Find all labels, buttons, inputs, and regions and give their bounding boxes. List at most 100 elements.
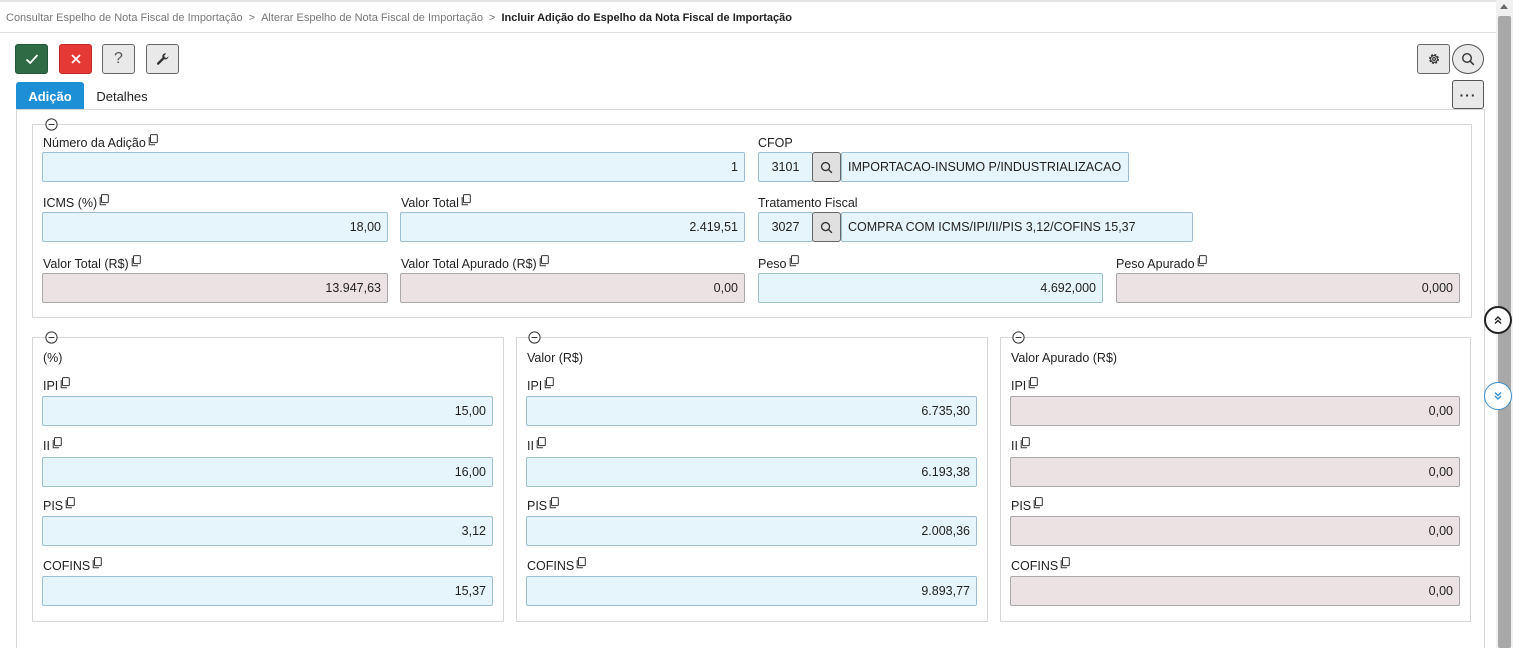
- breadcrumb-item-alterar[interactable]: Alterar Espelho de Nota Fiscal de Import…: [261, 12, 483, 24]
- breadcrumb-separator: >: [489, 12, 496, 24]
- search-button[interactable]: [1452, 44, 1484, 74]
- copy-icon[interactable]: [535, 437, 546, 449]
- copy-icon[interactable]: [59, 377, 71, 389]
- valor-total-field[interactable]: 2.419,51: [400, 212, 745, 242]
- peso-apurado-field: 0,000: [1116, 273, 1460, 303]
- top-border: [0, 0, 1496, 2]
- confirm-button[interactable]: [15, 44, 48, 74]
- cofins-valor-field[interactable]: 9.893,77: [526, 576, 977, 606]
- double-chevron-down-icon: [1494, 392, 1502, 400]
- copy-icon[interactable]: [548, 497, 559, 509]
- copy-icon[interactable]: [130, 255, 141, 267]
- close-icon: [70, 54, 81, 64]
- copy-icon[interactable]: [1027, 377, 1039, 389]
- breadcrumb: Consultar Espelho de Nota Fiscal de Impo…: [6, 12, 792, 24]
- percent-group-title: (%): [43, 351, 63, 365]
- copy-icon[interactable]: [538, 255, 549, 267]
- valor-total-label: Valor Total: [401, 194, 471, 210]
- copy-icon[interactable]: [147, 134, 158, 146]
- tab-adicao[interactable]: Adição: [16, 82, 84, 110]
- ii-apurado-label: II: [1011, 437, 1030, 453]
- tratamento-fiscal-code-field[interactable]: 3027: [758, 212, 813, 242]
- copy-icon[interactable]: [98, 194, 109, 206]
- double-chevron-up-icon: [1494, 316, 1502, 324]
- ipi-percent-label: IPI: [43, 377, 71, 393]
- valor-group-title: Valor (R$): [527, 351, 584, 365]
- collapse-icon[interactable]: [45, 331, 58, 344]
- copy-icon[interactable]: [1032, 497, 1043, 509]
- pis-valor-field[interactable]: 2.008,36: [526, 516, 977, 546]
- numero-adicao-label: Número da Adição: [43, 134, 158, 150]
- peso-label: Peso: [758, 255, 799, 271]
- cfop-code-field[interactable]: 3101: [758, 152, 813, 182]
- cfop-lookup-button[interactable]: [812, 152, 841, 182]
- tools-button[interactable]: [146, 44, 179, 74]
- wrench-icon: [156, 53, 168, 65]
- scroll-up-arrow-icon[interactable]: [1500, 4, 1508, 9]
- collapse-icon[interactable]: [45, 118, 58, 131]
- search-icon: [820, 221, 833, 233]
- help-button[interactable]: ?: [102, 44, 135, 74]
- valor-total-apurado-field: 0,00: [400, 273, 745, 303]
- ipi-apurado-field: 0,00: [1010, 396, 1460, 426]
- icms-field[interactable]: 18,00: [42, 212, 388, 242]
- collapse-icon[interactable]: [1012, 331, 1025, 344]
- tratamento-fiscal-description-field[interactable]: COMPRA COM ICMS/IPI/II/PIS 3,12/COFINS 1…: [841, 212, 1193, 242]
- valor-total-rs-label: Valor Total (R$): [43, 255, 141, 271]
- copy-icon[interactable]: [575, 557, 587, 569]
- ii-valor-field[interactable]: 6.193,38: [526, 457, 977, 487]
- ipi-apurado-label: IPI: [1011, 377, 1039, 393]
- cofins-apurado-field: 0,00: [1010, 576, 1460, 606]
- search-icon: [1461, 52, 1475, 66]
- cofins-percent-field[interactable]: 15,37: [42, 576, 493, 606]
- ipi-valor-field[interactable]: 6.735,30: [526, 396, 977, 426]
- cfop-label: CFOP: [758, 136, 793, 150]
- help-label: ?: [114, 50, 123, 67]
- gear-icon: [1428, 53, 1439, 65]
- cfop-description-field[interactable]: IMPORTACAO-INSUMO P/INDUSTRIALIZACAO: [841, 152, 1129, 182]
- ii-percent-label: II: [43, 437, 62, 453]
- copy-icon[interactable]: [64, 497, 75, 509]
- more-options-button[interactable]: ···: [1452, 80, 1484, 109]
- ipi-valor-label: IPI: [527, 377, 555, 393]
- copy-icon[interactable]: [543, 377, 555, 389]
- pis-percent-field[interactable]: 3,12: [42, 516, 493, 546]
- copy-icon[interactable]: [51, 437, 62, 449]
- tratamento-fiscal-label: Tratamento Fiscal: [758, 196, 858, 210]
- breadcrumb-separator: >: [248, 12, 256, 24]
- icms-label: ICMS (%): [43, 194, 109, 210]
- scroll-to-top-button[interactable]: [1484, 306, 1512, 334]
- peso-apurado-label: Peso Apurado: [1116, 255, 1207, 271]
- numero-adicao-field[interactable]: 1: [42, 152, 745, 182]
- check-icon: [25, 54, 38, 65]
- valor-total-apurado-label: Valor Total Apurado (R$): [401, 255, 549, 271]
- ipi-percent-field[interactable]: 15,00: [42, 396, 493, 426]
- peso-field[interactable]: 4.692,000: [758, 273, 1103, 303]
- copy-icon[interactable]: [1196, 255, 1207, 267]
- cofins-apurado-label: COFINS: [1011, 557, 1071, 573]
- ii-apurado-field: 0,00: [1010, 457, 1460, 487]
- copy-icon[interactable]: [460, 194, 471, 206]
- cofins-valor-label: COFINS: [527, 557, 587, 573]
- breadcrumb-item-consultar[interactable]: Consultar Espelho de Nota Fiscal de Impo…: [6, 12, 243, 24]
- settings-button[interactable]: [1417, 44, 1450, 74]
- header-divider: [0, 32, 1496, 33]
- tratamento-fiscal-lookup-button[interactable]: [812, 212, 841, 242]
- ii-valor-label: II: [527, 437, 546, 453]
- cancel-button[interactable]: [59, 44, 92, 74]
- valor-total-rs-field: 13.947,63: [42, 273, 388, 303]
- copy-icon[interactable]: [1059, 557, 1071, 569]
- tab-detalhes[interactable]: Detalhes: [86, 82, 158, 110]
- copy-icon[interactable]: [91, 557, 103, 569]
- apurado-group-title: Valor Apurado (R$): [1011, 351, 1118, 365]
- copy-icon[interactable]: [788, 255, 799, 267]
- pis-percent-label: PIS: [43, 497, 75, 513]
- scroll-to-bottom-button[interactable]: [1484, 382, 1512, 410]
- collapse-icon[interactable]: [528, 331, 541, 344]
- pis-valor-label: PIS: [527, 497, 559, 513]
- more-label: ···: [1459, 86, 1477, 103]
- pis-apurado-label: PIS: [1011, 497, 1043, 513]
- search-icon: [820, 161, 833, 173]
- ii-percent-field[interactable]: 16,00: [42, 457, 493, 487]
- copy-icon[interactable]: [1019, 437, 1030, 449]
